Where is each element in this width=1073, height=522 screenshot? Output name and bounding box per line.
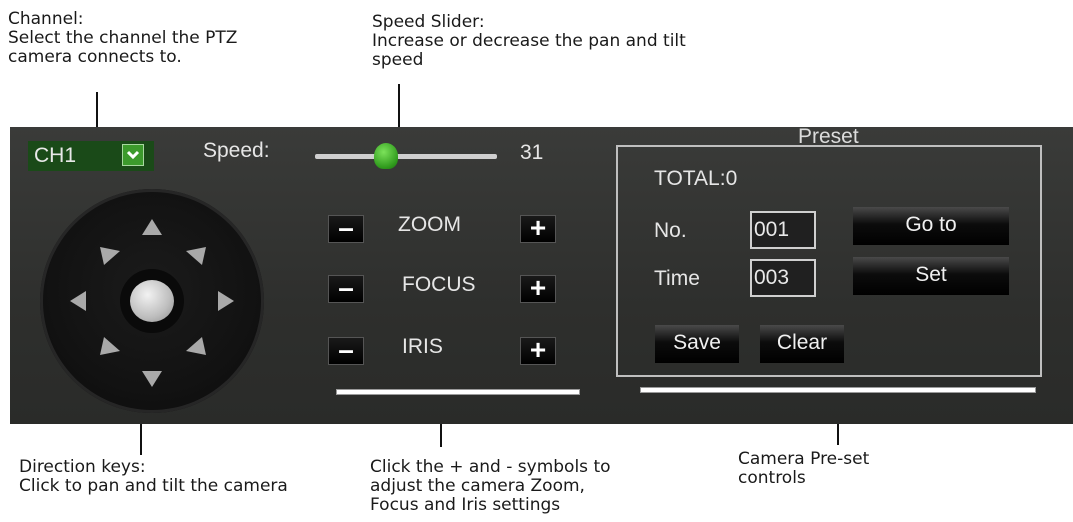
speed-callout-line1: Increase or decrease the pan and tilt	[372, 31, 686, 51]
preset-no-label: No.	[654, 219, 687, 242]
speed-callout: Speed Slider: Increase or decrease the p…	[372, 13, 686, 70]
preset-time-label: Time	[654, 267, 700, 290]
zfi-callout-line1: Click the + and - symbols to	[370, 457, 611, 477]
iris-plus-button[interactable]: +	[520, 336, 556, 365]
arrow-up-icon[interactable]	[142, 219, 162, 235]
direction-arrows	[70, 219, 234, 387]
direction-callout-line1: Click to pan and tilt the camera	[19, 476, 288, 496]
iris-label: IRIS	[402, 335, 443, 358]
arrow-down-icon[interactable]	[142, 371, 162, 387]
zoom-focus-iris-callout: Click the + and - symbols to adjust the …	[370, 458, 611, 515]
arrow-down-right-icon[interactable]	[186, 337, 206, 355]
focus-plus-button[interactable]: +	[520, 274, 556, 303]
channel-select[interactable]: CH1	[28, 141, 154, 171]
chevron-down-icon[interactable]	[122, 144, 144, 166]
iris-minus-button[interactable]: –	[328, 336, 364, 365]
speed-callout-line2: speed	[372, 50, 424, 70]
channel-callout-title: Channel:	[8, 9, 84, 29]
direction-callout: Direction keys: Click to pan and tilt th…	[19, 458, 288, 496]
save-button[interactable]: Save	[655, 325, 739, 363]
zoom-plus-button[interactable]: +	[520, 214, 556, 243]
preset-callout: Camera Pre-set controls	[738, 450, 869, 488]
speed-value: 31	[520, 141, 544, 164]
preset-callout-line1: Camera Pre-set	[738, 449, 870, 469]
focus-minus-button[interactable]: –	[328, 274, 364, 303]
arrow-right-icon[interactable]	[218, 291, 234, 311]
direction-callout-title: Direction keys:	[19, 457, 146, 477]
channel-callout-line1: Select the channel the PTZ	[8, 28, 238, 48]
set-button[interactable]: Set	[853, 257, 1009, 295]
preset-callout-line2: controls	[738, 468, 806, 488]
speed-label: Speed:	[203, 139, 270, 162]
zoom-minus-button[interactable]: –	[328, 214, 364, 243]
speed-callout-title: Speed Slider:	[372, 12, 485, 32]
channel-value: CH1	[34, 144, 77, 167]
ptz-control-panel: CH1 Speed: 31 – ZOOM + – FOCUS + – IRIS …	[10, 125, 1073, 424]
focus-label: FOCUS	[402, 273, 476, 296]
channel-callout: Channel: Select the channel the PTZ came…	[8, 10, 237, 67]
chevron-down-icon-svg	[126, 150, 140, 160]
goto-button[interactable]: Go to	[853, 207, 1009, 245]
direction-pad	[40, 189, 264, 413]
arrow-up-left-icon[interactable]	[100, 247, 120, 265]
preset-time-field[interactable]: 003	[750, 259, 816, 297]
preset-total: TOTAL:0	[654, 167, 738, 190]
arrow-left-icon[interactable]	[70, 291, 86, 311]
speed-slider-thumb[interactable]	[373, 143, 398, 169]
zfi-bracket-bar	[336, 389, 580, 395]
zfi-callout-line3: Focus and Iris settings	[370, 495, 561, 515]
preset-no-field[interactable]: 001	[750, 211, 816, 249]
preset-bracket-bar	[640, 387, 1036, 393]
arrow-down-left-icon[interactable]	[100, 337, 120, 355]
zoom-label: ZOOM	[398, 213, 461, 236]
clear-button[interactable]: Clear	[760, 325, 844, 363]
arrow-up-right-icon[interactable]	[186, 247, 206, 265]
zfi-callout-line2: adjust the camera Zoom,	[370, 476, 585, 496]
channel-callout-line2: camera connects to.	[8, 47, 182, 67]
speed-slider-track[interactable]	[315, 154, 497, 159]
